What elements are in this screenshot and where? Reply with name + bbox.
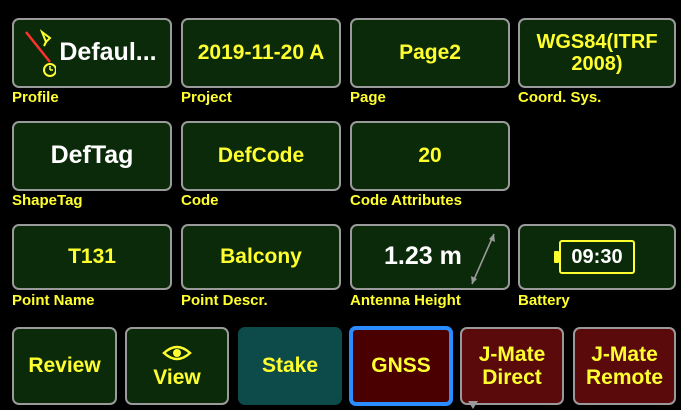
shapetag-value: DefTag — [50, 141, 134, 170]
shapetag-label: ShapeTag — [12, 192, 83, 209]
point-name-tile[interactable]: T131 — [12, 224, 172, 290]
project-tile[interactable]: 2019-11-20 A — [181, 18, 341, 88]
profile-label: Profile — [12, 89, 59, 106]
coord-sys-value: WGS84(ITRF 2008) — [536, 31, 658, 75]
point-descr-tile[interactable]: Balcony — [181, 224, 341, 290]
profile-value: Defaul... — [59, 38, 157, 67]
point-name-label: Point Name — [12, 292, 95, 309]
page-value: Page2 — [399, 41, 461, 65]
antenna-height-value: 1.23 m — [384, 242, 462, 271]
coord-sys-label: Coord. Sys. — [518, 89, 602, 106]
review-button-label: Review — [28, 354, 101, 378]
view-button[interactable]: View — [125, 327, 229, 405]
battery-tile[interactable]: 09:30 — [518, 224, 676, 290]
gnss-button[interactable]: GNSS — [349, 326, 453, 406]
stake-button[interactable]: Stake — [238, 327, 342, 405]
jmate-remote-button-label: J-Mate Remote — [585, 342, 664, 389]
jmate-direct-button[interactable]: J-Mate Direct — [460, 327, 564, 409]
triangle-down-icon — [468, 391, 478, 409]
point-descr-value: Balcony — [220, 245, 302, 269]
surveyor-pole-icon — [22, 28, 57, 82]
battery-icon: 09:30 — [554, 240, 635, 274]
point-name-value: T131 — [68, 245, 116, 269]
jmate-direct-button-label: J-Mate Direct — [478, 342, 546, 389]
profile-tile[interactable]: Defaul... — [12, 18, 172, 88]
code-attributes-value: 20 — [418, 144, 442, 168]
code-value: DefCode — [217, 144, 305, 168]
battery-value: 09:30 — [571, 246, 623, 268]
stake-button-label: Stake — [261, 354, 319, 378]
jmate-remote-button[interactable]: J-Mate Remote — [573, 327, 676, 405]
page-label: Page — [350, 89, 386, 106]
code-tile[interactable]: DefCode — [181, 121, 341, 191]
review-button[interactable]: Review — [12, 327, 117, 405]
view-button-label: View — [153, 365, 201, 389]
antenna-height-label: Antenna Height — [350, 292, 461, 309]
page-tile[interactable]: Page2 — [350, 18, 510, 88]
diagonal-arrow-icon — [468, 230, 498, 288]
eye-icon — [162, 343, 192, 363]
antenna-height-tile[interactable]: 1.23 m — [350, 224, 510, 290]
project-label: Project — [181, 89, 232, 106]
point-descr-label: Point Descr. — [181, 292, 268, 309]
project-value: 2019-11-20 A — [197, 41, 325, 65]
code-label: Code — [181, 192, 219, 209]
coord-sys-tile[interactable]: WGS84(ITRF 2008) — [518, 18, 676, 88]
shapetag-tile[interactable]: DefTag — [12, 121, 172, 191]
gnss-button-label: GNSS — [371, 354, 431, 378]
code-attributes-tile[interactable]: 20 — [350, 121, 510, 191]
battery-label: Battery — [518, 292, 570, 309]
code-attributes-label: Code Attributes — [350, 192, 462, 209]
